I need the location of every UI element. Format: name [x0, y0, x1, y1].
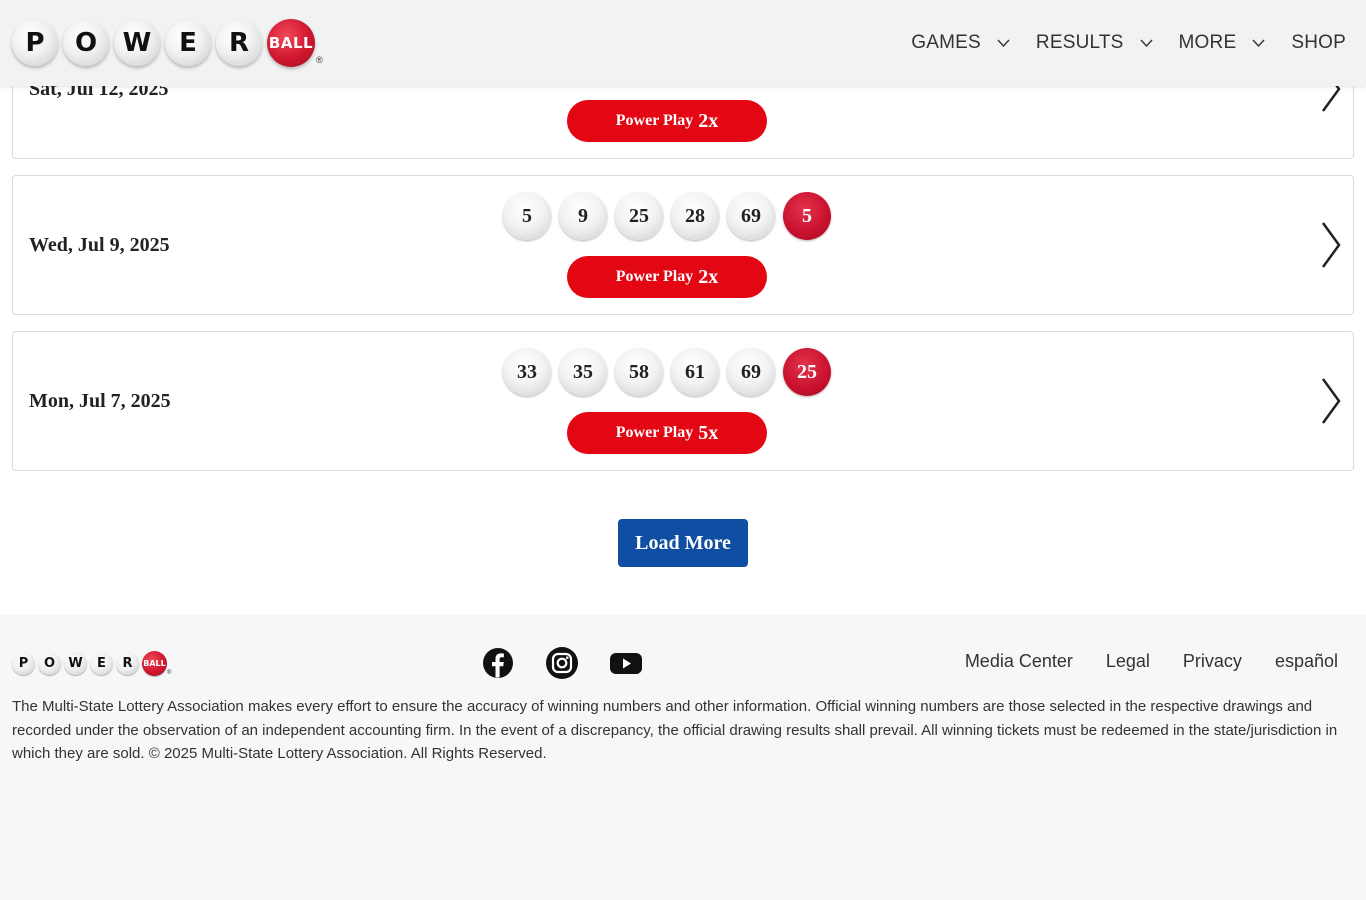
nav-label: GAMES [911, 32, 981, 53]
chevron-down-icon[interactable] [997, 39, 1010, 47]
logo-letter-ball: P [12, 652, 35, 675]
logo-letter-ball: E [165, 20, 211, 66]
power-play-multiplier: 2x [698, 265, 719, 288]
chevron-right-icon[interactable] [1319, 221, 1343, 269]
logo-letter-ball: R [116, 652, 139, 675]
draw-date: Wed, Jul 9, 2025 [29, 233, 170, 256]
facebook-icon[interactable] [481, 646, 515, 680]
load-more-button[interactable]: Load More [618, 519, 748, 567]
powerball: 25 [783, 348, 831, 396]
powerball-logo[interactable]: P O W E R BALL ® [12, 19, 323, 67]
registered-mark: ® [316, 55, 323, 65]
instagram-icon[interactable] [545, 646, 579, 680]
white-ball: 69 [727, 192, 775, 240]
nav-label: RESULTS [1035, 32, 1124, 53]
logo-red-ball: BALL [267, 19, 315, 67]
logo-letter-ball: W [64, 652, 87, 675]
white-ball: 33 [503, 348, 551, 396]
white-ball: 5 [503, 192, 551, 240]
draw-date: Mon, Jul 7, 2025 [29, 389, 171, 412]
powerball: 5 [783, 192, 831, 240]
white-ball: 61 [671, 348, 719, 396]
winning-numbers: 33 35 58 61 69 25 [503, 348, 839, 396]
nav-shop[interactable]: SHOP [1291, 32, 1346, 54]
power-play-badge: Power Play 2x [567, 256, 767, 298]
logo-letter-ball: P [12, 20, 58, 66]
site-header: P O W E R BALL ® GAMES RESULTS MORE SHOP [0, 0, 1366, 86]
chevron-right-icon[interactable] [1319, 377, 1343, 425]
privacy-link[interactable]: Privacy [1183, 651, 1242, 672]
footer-powerball-logo[interactable]: P O W E R BALL ® [12, 651, 171, 676]
logo-letter-ball: O [63, 20, 109, 66]
chevron-down-icon[interactable] [1140, 39, 1153, 47]
main-nav: GAMES RESULTS MORE SHOP [911, 0, 1346, 86]
power-play-label: Power Play [615, 112, 694, 129]
white-ball: 9 [559, 192, 607, 240]
registered-mark: ® [167, 670, 172, 676]
espanol-link[interactable]: español [1275, 651, 1338, 672]
logo-letter-ball: E [90, 652, 113, 675]
nav-label: SHOP [1291, 32, 1346, 53]
results-area: Sat, Jul 12, 2025 Power Play 2x Wed, Jul… [0, 0, 1366, 615]
power-play-badge: Power Play 5x [567, 412, 767, 454]
white-ball: 58 [615, 348, 663, 396]
logo-red-ball: BALL [142, 651, 167, 676]
logo-letter-ball: W [114, 20, 160, 66]
result-card[interactable]: Wed, Jul 9, 2025 5 9 25 28 69 5 Power Pl… [12, 175, 1354, 315]
white-ball: 69 [727, 348, 775, 396]
power-play-multiplier: 5x [698, 421, 719, 444]
youtube-icon[interactable] [609, 646, 643, 680]
media-center-link[interactable]: Media Center [965, 651, 1073, 672]
legal-link[interactable]: Legal [1106, 651, 1150, 672]
power-play-label: Power Play [615, 268, 694, 285]
logo-letter-ball: R [216, 20, 262, 66]
power-play-badge: Power Play 2x [567, 100, 767, 142]
nav-label: MORE [1178, 32, 1237, 53]
chevron-down-icon[interactable] [1252, 39, 1265, 47]
winning-numbers: 5 9 25 28 69 5 [503, 192, 839, 240]
white-ball: 35 [559, 348, 607, 396]
footer-links: Media Center Legal Privacy español [965, 651, 1338, 672]
white-ball: 25 [615, 192, 663, 240]
disclaimer-text: The Multi-State Lottery Association make… [12, 698, 1338, 762]
nav-more[interactable]: MORE [1179, 32, 1266, 54]
power-play-multiplier: 2x [698, 109, 719, 132]
white-ball: 28 [671, 192, 719, 240]
logo-letter-ball: O [38, 652, 61, 675]
nav-games[interactable]: GAMES [911, 32, 1010, 54]
power-play-label: Power Play [615, 424, 694, 441]
nav-results[interactable]: RESULTS [1036, 32, 1153, 54]
result-card[interactable]: Mon, Jul 7, 2025 33 35 58 61 69 25 Power… [12, 331, 1354, 471]
